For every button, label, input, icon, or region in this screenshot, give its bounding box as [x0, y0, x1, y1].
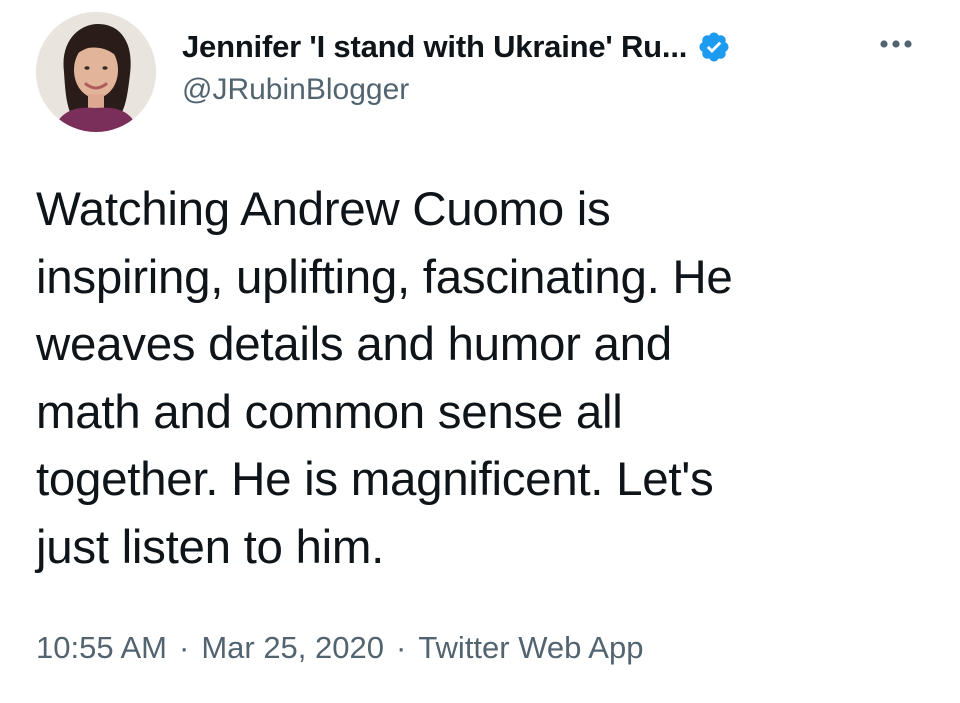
more-options-icon — [880, 40, 912, 48]
author-handle[interactable]: @JRubinBlogger — [182, 73, 409, 107]
verified-badge-icon — [697, 30, 731, 64]
tweet-source[interactable]: Twitter Web App — [418, 630, 643, 666]
avatar[interactable] — [36, 12, 156, 132]
tweet-text: Watching Andrew Cuomo is inspiring, upli… — [36, 183, 733, 574]
more-options-button[interactable] — [874, 22, 918, 66]
author-name-row: Jennifer 'I stand with Ukraine' Ru... — [182, 25, 731, 69]
author-display-name[interactable]: Jennifer 'I stand with Ukraine' Ru... — [182, 29, 687, 65]
tweet-meta: 10:55 AM · Mar 25, 2020 · Twitter Web Ap… — [36, 626, 643, 670]
tweet-time[interactable]: 10:55 AM — [36, 630, 167, 666]
profile-photo-icon — [36, 12, 156, 132]
meta-separator: · — [395, 630, 407, 665]
tweet-card: Jennifer 'I stand with Ukraine' Ru... @J… — [0, 0, 960, 703]
tweet-date[interactable]: Mar 25, 2020 — [201, 630, 384, 666]
meta-separator: · — [178, 630, 190, 665]
